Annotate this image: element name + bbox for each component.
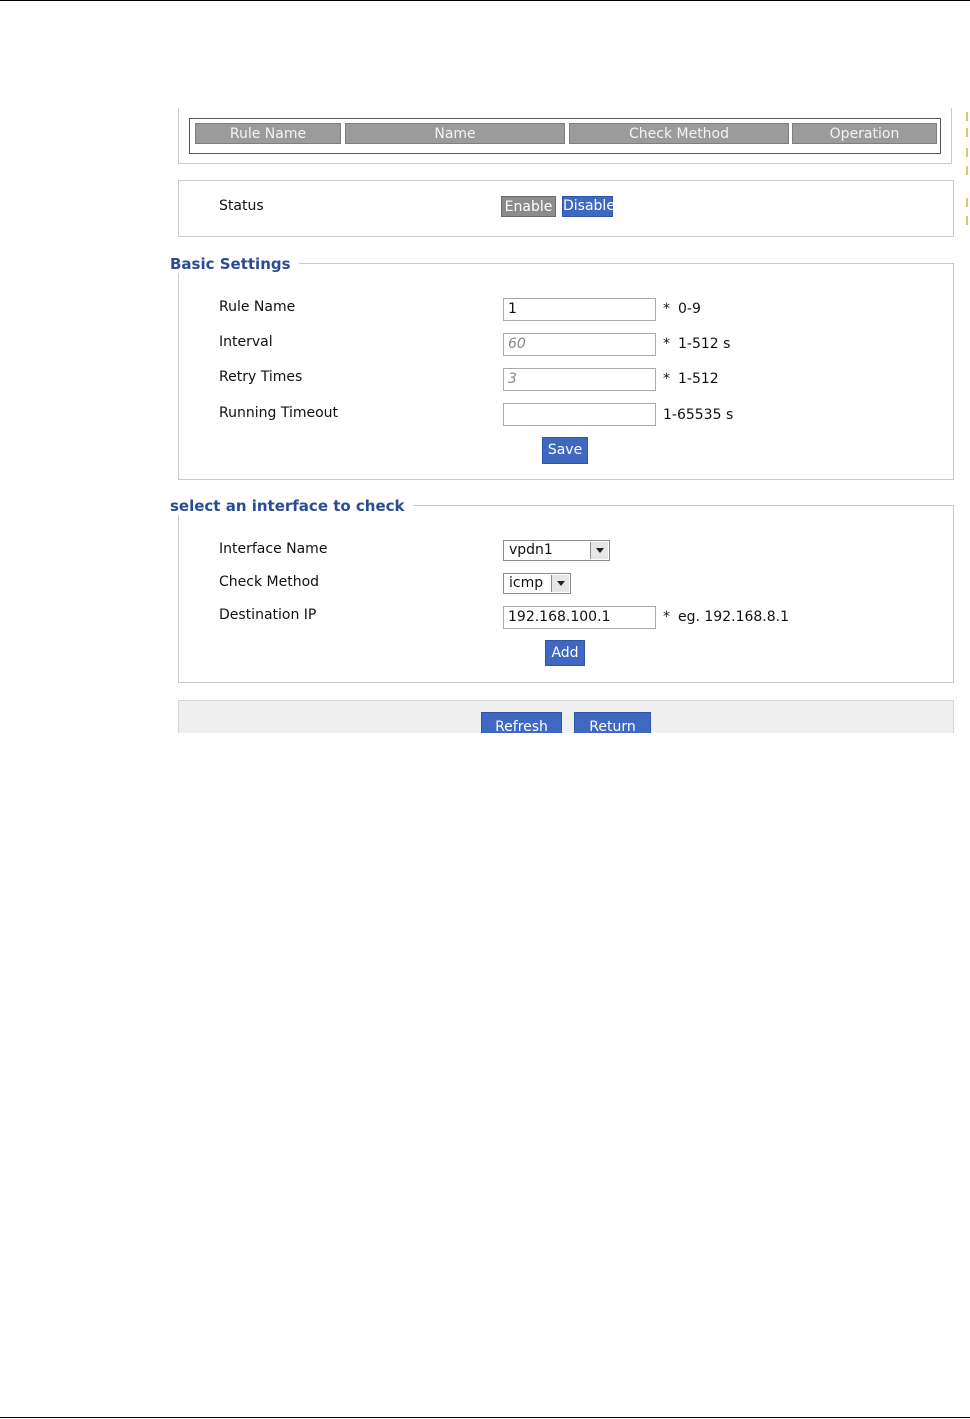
interface-name-selected: vpdn1: [509, 542, 553, 558]
destination-ip-label: Destination IP: [219, 607, 317, 623]
rule-name-label: Rule Name: [219, 299, 296, 315]
screenshot-region: Rule Name Name Check Method Operation St…: [166, 108, 970, 733]
column-header-rule-name: Rule Name: [195, 123, 341, 144]
chevron-down-icon[interactable]: [590, 542, 608, 559]
sidebar-edge-mark: [966, 166, 968, 175]
required-marker: *: [663, 371, 670, 387]
retry-times-hint: 1-512: [678, 371, 719, 387]
interval-input[interactable]: 60: [503, 333, 656, 356]
disable-button[interactable]: Disable: [562, 196, 615, 217]
required-marker: *: [663, 301, 670, 317]
basic-settings-legend: Basic Settings: [170, 255, 299, 273]
chevron-down-icon[interactable]: [551, 575, 569, 592]
running-timeout-input[interactable]: [503, 403, 656, 426]
required-marker: *: [663, 609, 670, 625]
sidebar-edge-mark: [966, 112, 968, 121]
running-timeout-hint: 1-65535 s: [663, 407, 734, 423]
page-top-rule: [0, 0, 970, 1]
page-bottom-rule: [0, 1417, 970, 1418]
check-method-selected: icmp: [509, 575, 544, 591]
sidebar-edge-mark: [966, 198, 968, 207]
basic-settings-divider: [298, 263, 954, 264]
interval-label: Interval: [219, 334, 273, 350]
column-header-check-method: Check Method: [569, 123, 789, 144]
sidebar-edge-mark: [966, 148, 968, 157]
footer-action-bar: [178, 700, 954, 733]
column-header-name: Name: [345, 123, 565, 144]
sidebar-edge-mark: [966, 216, 968, 225]
check-method-label: Check Method: [219, 574, 320, 590]
interface-name-label: Interface Name: [219, 541, 328, 557]
rule-name-hint: 0-9: [678, 301, 701, 317]
add-button[interactable]: Add: [545, 640, 585, 666]
refresh-button[interactable]: Refresh: [481, 712, 562, 733]
return-button[interactable]: Return: [574, 712, 651, 733]
destination-ip-input[interactable]: 192.168.100.1: [503, 606, 656, 629]
retry-times-input[interactable]: 3: [503, 368, 656, 391]
destination-ip-hint: eg. 192.168.8.1: [678, 609, 790, 625]
interface-check-legend: select an interface to check: [170, 497, 413, 515]
required-marker: *: [663, 336, 670, 352]
interval-hint: 1-512 s: [678, 336, 731, 352]
sidebar-edge-mark: [966, 128, 968, 137]
interface-check-divider: [398, 505, 954, 506]
rule-name-input[interactable]: 1: [503, 298, 656, 321]
check-method-select[interactable]: icmp: [503, 573, 571, 594]
running-timeout-label: Running Timeout: [219, 405, 339, 421]
interface-name-select[interactable]: vpdn1: [503, 540, 610, 561]
status-label: Status: [219, 198, 264, 214]
enable-button[interactable]: Enable: [501, 196, 556, 217]
retry-times-label: Retry Times: [219, 369, 303, 385]
save-button[interactable]: Save: [542, 437, 588, 464]
column-header-operation: Operation: [792, 123, 937, 144]
